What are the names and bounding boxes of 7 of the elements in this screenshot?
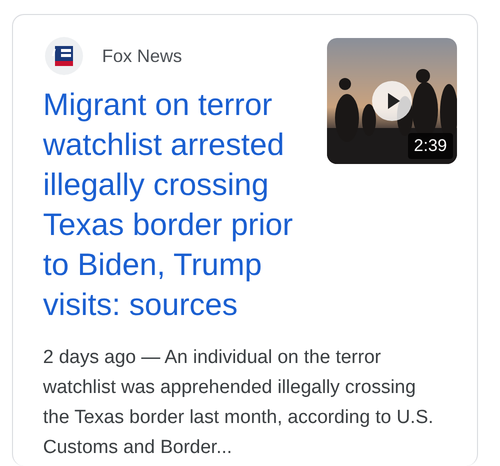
video-thumbnail[interactable]: 2:39 [327, 38, 457, 164]
play-icon[interactable] [372, 81, 412, 121]
news-logo-icon [45, 37, 83, 75]
video-duration: 2:39 [408, 133, 453, 159]
headline-link[interactable]: Migrant on terror watchlist arrested illegally crossing Texas border prior to Biden, Trump visits: sources [43, 85, 323, 325]
snippet-text: 2 days ago — An individual on the terror watchlist was apprehended illegally crossing the Texas border last month, according to U.S. Customs and Border... [43, 346, 434, 460]
source-name: Fox News [102, 46, 182, 66]
